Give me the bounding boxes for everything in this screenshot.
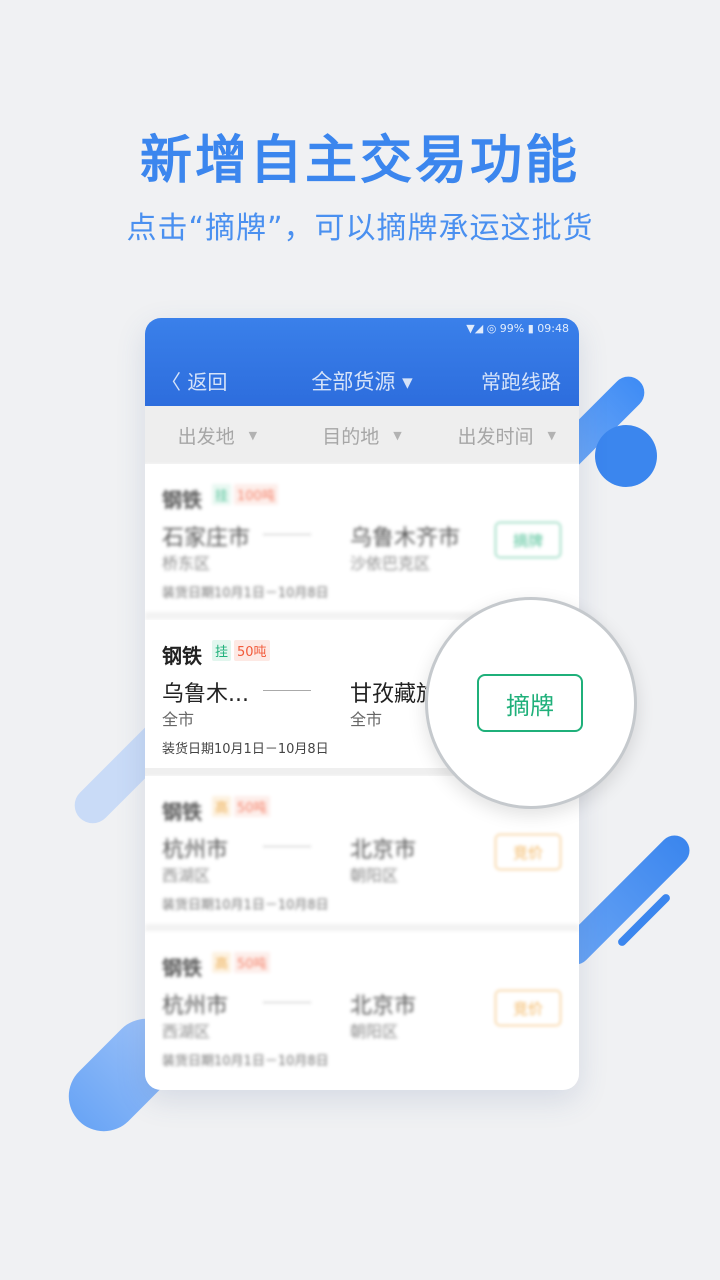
loading-date: 装货日期10月1日－10月8日 <box>162 1054 329 1069</box>
status-bar: ▼◢ ◎ 99% ▮ 09:48 <box>466 322 569 335</box>
route-arrow-icon <box>263 1002 311 1003</box>
weight-tag: 50吨 <box>234 640 270 661</box>
bid-button[interactable]: 竞价 <box>495 990 561 1026</box>
route-arrow-icon <box>263 846 311 847</box>
cargo-card[interactable]: 钢铁 高 50吨 杭州市 西湖区 北京市 朝阳区 装货日期10月1日－10月8日… <box>145 932 579 1080</box>
filter-destination[interactable]: 目的地 ▼ <box>290 422 435 449</box>
nav-row: 〈 返回 全部货源 ▾ 常跑线路 <box>145 360 579 400</box>
origin-city: 石家庄市 <box>162 526 251 551</box>
filter-label: 出发时间 <box>457 425 534 448</box>
filter-label: 出发地 <box>177 425 235 448</box>
filter-origin[interactable]: 出发地 ▼ <box>145 422 290 449</box>
weight-tag: 100吨 <box>234 484 278 505</box>
cargo-category: 钢铁 <box>162 800 202 824</box>
loading-date: 装货日期10月1日－10月8日 <box>162 586 329 601</box>
app-header: ▼◢ ◎ 99% ▮ 09:48 〈 返回 全部货源 ▾ 常跑线路 <box>145 318 579 406</box>
origin-city: 杭州市 <box>162 994 229 1019</box>
pick-button[interactable]: 摘牌 <box>495 522 561 558</box>
vehicle-tag: 高 <box>212 952 232 973</box>
headline: 新增自主交易功能 <box>139 131 580 191</box>
origin-district: 全市 <box>162 710 195 729</box>
filter-label: 目的地 <box>322 425 380 448</box>
destination-district: 全市 <box>350 710 383 729</box>
cargo-card[interactable]: 钢铁 挂 100吨 石家庄市 桥东区 乌鲁木齐市 沙依巴克区 装货日期10月1日… <box>145 464 579 620</box>
origin-district: 西湖区 <box>162 1022 211 1041</box>
bid-button[interactable]: 竞价 <box>495 834 561 870</box>
weight-tag: 50吨 <box>234 952 270 973</box>
cargo-category: 钢铁 <box>162 644 202 668</box>
destination-district: 朝阳区 <box>350 866 399 885</box>
common-routes-link[interactable]: 常跑线路 <box>481 366 561 395</box>
origin-city: 杭州市 <box>162 838 229 863</box>
origin-district: 西湖区 <box>162 866 211 885</box>
destination-district: 朝阳区 <box>350 1022 399 1041</box>
loading-date: 装货日期10月1日－10月8日 <box>162 898 329 913</box>
route-arrow-icon <box>263 690 311 691</box>
vehicle-tag: 高 <box>212 796 232 817</box>
destination-city: 乌鲁木齐市 <box>350 526 461 551</box>
loading-date: 装货日期10月1日－10月8日 <box>162 742 329 757</box>
vehicle-tag: 挂 <box>212 484 232 505</box>
subheadline: 点击“摘牌”，可以摘牌承运这批货 <box>126 211 594 246</box>
destination-city: 北京市 <box>350 994 417 1019</box>
caret-down-icon: ▼ <box>393 428 402 442</box>
vehicle-tag: 挂 <box>212 640 232 661</box>
filter-departure-time[interactable]: 出发时间 ▼ <box>434 422 579 449</box>
origin-district: 桥东区 <box>162 554 211 573</box>
cargo-category: 钢铁 <box>162 956 202 980</box>
weight-tag: 50吨 <box>234 796 270 817</box>
magnifier-callout: 摘牌 <box>425 597 637 809</box>
pick-button[interactable]: 摘牌 <box>477 674 583 732</box>
origin-city: 乌鲁木... <box>162 682 249 707</box>
filter-bar: 出发地 ▼ 目的地 ▼ 出发时间 ▼ <box>145 406 579 464</box>
route-arrow-icon <box>263 534 311 535</box>
destination-city: 北京市 <box>350 838 417 863</box>
cargo-category: 钢铁 <box>162 488 202 512</box>
decor-circle <box>595 425 657 487</box>
destination-district: 沙依巴克区 <box>350 554 431 573</box>
caret-down-icon: ▼ <box>248 428 258 442</box>
caret-down-icon: ▼ <box>547 428 556 442</box>
